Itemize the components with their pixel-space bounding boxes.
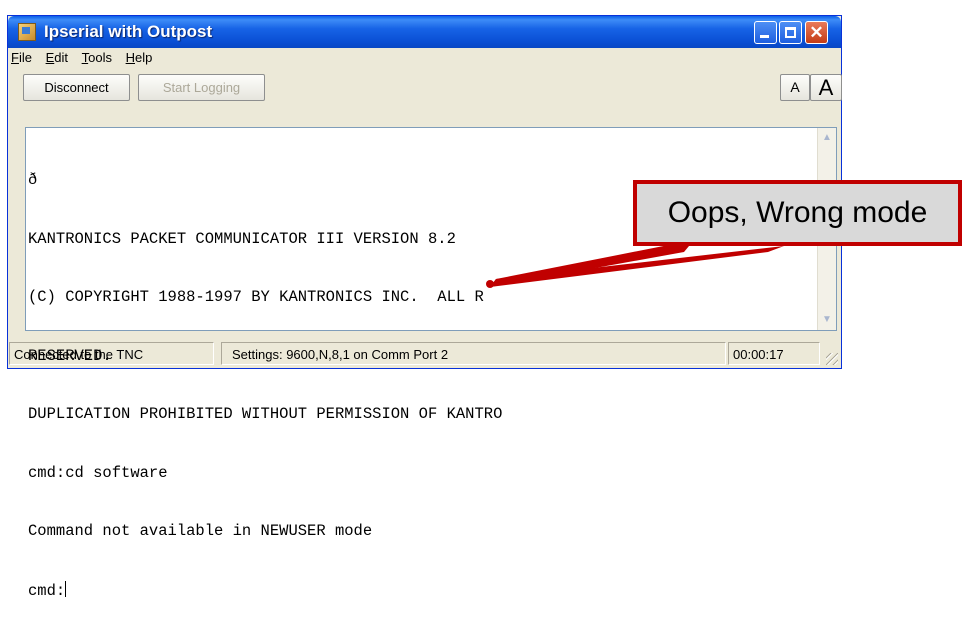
title-bar[interactable]: Ipserial with Outpost ✕ <box>8 16 841 48</box>
terminal-line: RESERVED. <box>28 346 112 365</box>
menu-bar: File Edit Tools Help <box>11 50 162 70</box>
terminal-line: (C) COPYRIGHT 1988-1997 BY KANTRONICS IN… <box>28 288 484 306</box>
disconnect-button[interactable]: Disconnect <box>23 74 130 101</box>
terminal-line: Command not available in NEWUSER mode <box>28 522 373 540</box>
text-cursor <box>65 580 67 597</box>
maximize-icon <box>785 27 796 38</box>
terminal-prompt-line[interactable]: cmd: <box>28 580 502 602</box>
terminal-line: KANTRONICS PACKET COMMUNICATOR III VERSI… <box>28 229 456 248</box>
close-icon: ✕ <box>809 23 824 42</box>
minimize-button[interactable] <box>754 21 777 44</box>
annotation-callout: Oops, Wrong mode <box>633 180 962 246</box>
menu-edit[interactable]: Edit <box>46 50 68 65</box>
terminal-line: DUPLICATION PROHIBITED WITHOUT PERMISSIO… <box>28 405 503 423</box>
menu-help[interactable]: Help <box>126 50 153 65</box>
app-icon[interactable] <box>18 23 36 41</box>
start-logging-button: Start Logging <box>138 74 265 101</box>
scroll-down-icon[interactable]: ▼ <box>819 312 835 328</box>
close-button[interactable]: ✕ <box>805 21 828 44</box>
menu-file[interactable]: File <box>11 50 32 65</box>
terminal-text: ð KANTRONICS PACKET COMMUNICATOR III VER… <box>28 132 502 640</box>
menu-tools[interactable]: Tools <box>82 50 112 65</box>
terminal-prompt: cmd: <box>28 581 66 600</box>
scroll-up-icon[interactable]: ▲ <box>819 130 835 146</box>
terminal-line: ð <box>28 171 38 189</box>
maximize-button[interactable] <box>779 21 802 44</box>
minimize-icon <box>760 35 769 38</box>
font-larger-button[interactable]: A <box>810 74 842 101</box>
font-smaller-button[interactable]: A <box>780 74 810 101</box>
terminal-line: cmd:cd software <box>28 463 168 482</box>
callout-text: Oops, Wrong mode <box>667 196 928 229</box>
window-title: Ipserial with Outpost <box>44 22 213 41</box>
